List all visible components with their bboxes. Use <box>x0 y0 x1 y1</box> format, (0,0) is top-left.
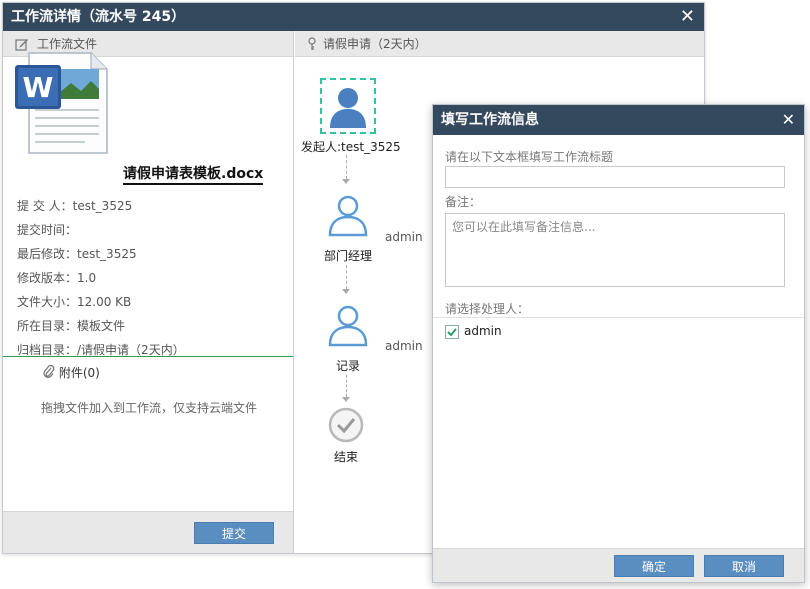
assignee-label: 请选择处理人： <box>445 302 530 316</box>
assignee-checkbox[interactable] <box>445 325 459 339</box>
flow-connector <box>346 265 347 289</box>
svg-text:W: W <box>23 71 54 104</box>
key-icon <box>308 37 316 50</box>
workflow-info-dialog: 填写工作流信息 ✕ 请在以下文本框填写工作流标题 备注： 您可以在此填写备注信息… <box>432 104 805 583</box>
workflow-title-input[interactable] <box>445 166 785 188</box>
info-last-modified: 最后修改：test_3525 <box>17 247 137 261</box>
flow-node-initiator-label: 发起人:test_3525 <box>301 140 401 154</box>
flow-connector <box>346 155 347 179</box>
flow-node-record-label: 记录 <box>336 359 361 373</box>
user-outline-icon <box>328 305 368 347</box>
close-icon[interactable]: ✕ <box>782 105 795 135</box>
info-directory: 所在目录：模板文件 <box>17 319 126 333</box>
flow-arrow-head <box>342 397 350 402</box>
title-field-label: 请在以下文本框填写工作流标题 <box>445 150 614 164</box>
file-name-link[interactable]: 请假申请表模板.docx <box>123 165 264 185</box>
dialog-footer: 确定 取消 <box>433 548 804 582</box>
user-icon <box>330 88 366 128</box>
submit-button[interactable]: 提交 <box>194 522 274 544</box>
window-title: 工作流详情（流水号 245） <box>11 9 186 25</box>
user-outline-icon <box>328 195 368 237</box>
flow-node-dept-manager-assignee: admin <box>385 230 423 244</box>
section-divider <box>3 356 293 357</box>
file-pane-footer: 提交 <box>3 511 293 553</box>
word-document-icon: W <box>15 52 108 154</box>
checkmark-icon <box>447 328 457 337</box>
flow-node-initiator[interactable] <box>320 78 376 134</box>
file-pane: 工作流文件 W 请假申请表模板.docx 提 交 人：test_3525 提交时… <box>3 31 294 553</box>
workflow-section-header: 请假申请（2天内） <box>295 31 704 57</box>
close-icon[interactable]: ✕ <box>680 3 695 31</box>
flow-node-end-label: 结束 <box>334 450 359 464</box>
flow-node-record[interactable] <box>325 301 371 347</box>
dialog-title: 填写工作流信息 <box>441 112 539 128</box>
note-textarea[interactable]: 您可以在此填写备注信息... <box>445 213 785 287</box>
flow-node-record-assignee: admin <box>385 339 423 353</box>
drag-hint: 拖拽文件加入到工作流，仅支持云端文件 <box>41 401 258 415</box>
flow-connector <box>346 375 347 397</box>
check-circle-icon <box>328 407 364 443</box>
paperclip-icon <box>43 364 55 378</box>
dialog-titlebar: 填写工作流信息 ✕ <box>433 105 804 135</box>
info-submit-time: 提交时间： <box>17 223 78 237</box>
dialog-divider <box>433 317 804 318</box>
assignee-option-label[interactable]: admin <box>464 324 502 338</box>
flow-node-dept-manager[interactable] <box>325 191 371 237</box>
edit-icon <box>15 39 28 51</box>
info-version: 修改版本：1.0 <box>17 271 97 285</box>
attachments-label: 附件(0) <box>58 366 100 380</box>
attachments-link[interactable]: 附件(0) <box>43 364 100 381</box>
workflow-section-title: 请假申请（2天内） <box>323 37 427 51</box>
confirm-button[interactable]: 确定 <box>614 555 694 577</box>
flow-node-dept-manager-label: 部门经理 <box>324 249 373 263</box>
info-file-size: 文件大小：12.00 KB <box>17 295 132 309</box>
cancel-button[interactable]: 取消 <box>704 555 784 577</box>
window-titlebar: 工作流详情（流水号 245） ✕ <box>3 3 704 31</box>
flow-node-end[interactable] <box>328 407 364 443</box>
flow-arrow-head <box>342 179 350 184</box>
info-submitter: 提 交 人：test_3525 <box>17 199 133 213</box>
note-label: 备注： <box>445 195 482 209</box>
flow-arrow-head <box>342 289 350 294</box>
